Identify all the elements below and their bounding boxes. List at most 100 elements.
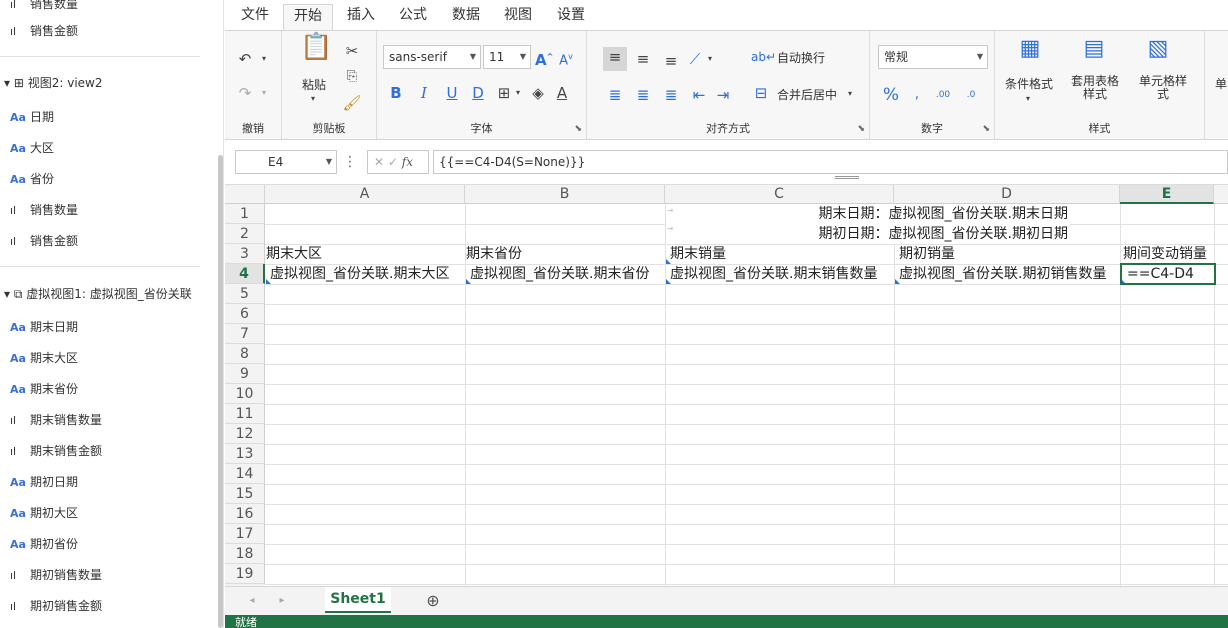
tab-home[interactable]: 开始 bbox=[283, 4, 333, 30]
view-group-header[interactable]: ▾ ⊞ 视图2: view2 bbox=[4, 73, 103, 93]
italic-icon[interactable]: I bbox=[415, 83, 433, 103]
row-header[interactable]: 7 bbox=[225, 324, 265, 344]
field-item[interactable]: ıl 期末销售数量 bbox=[10, 410, 102, 430]
cell-C2[interactable]: 期初日期：虚拟视图_省份关联.期初日期 bbox=[666, 224, 1070, 244]
row-header[interactable]: 8 bbox=[225, 344, 265, 364]
column-header[interactable]: D bbox=[894, 185, 1120, 204]
overflow-button[interactable]: 单 bbox=[1215, 75, 1227, 92]
cell-style-icon[interactable]: ▧ bbox=[1143, 38, 1173, 69]
increase-indent-icon[interactable]: ⇥ bbox=[713, 85, 733, 105]
row-header[interactable]: 14 bbox=[225, 464, 265, 484]
align-top-icon[interactable]: ≡ bbox=[603, 47, 627, 71]
sidebar-scrollbar[interactable] bbox=[218, 155, 223, 628]
dialog-launcher-icon[interactable]: ⬊ bbox=[857, 124, 865, 134]
row-header[interactable]: 6 bbox=[225, 304, 265, 324]
paste-icon[interactable]: 📋 bbox=[300, 34, 332, 69]
cell-E3[interactable]: 期间变动销量 bbox=[1123, 244, 1223, 264]
row-header[interactable]: 3 bbox=[225, 244, 265, 264]
column-header[interactable]: B bbox=[465, 185, 665, 204]
row-header[interactable]: 19 bbox=[225, 564, 265, 584]
cell-B3[interactable]: 期末省份 bbox=[466, 244, 664, 264]
confirm-icon[interactable]: ✓ bbox=[388, 155, 398, 169]
row-header[interactable]: 1 bbox=[225, 204, 265, 224]
align-bottom-icon[interactable]: ≡ bbox=[659, 51, 683, 71]
field-item[interactable]: Aa 期末大区 bbox=[10, 348, 78, 368]
tab-file[interactable]: 文件 bbox=[235, 4, 275, 30]
collapse-arrow-icon[interactable]: ▾ bbox=[4, 76, 10, 90]
decrease-font-icon[interactable]: Av bbox=[557, 47, 575, 71]
cell-C3[interactable]: 期末销量 bbox=[670, 244, 892, 264]
tab-settings[interactable]: 设置 bbox=[551, 4, 591, 30]
field-item[interactable]: ıl 销售数量 bbox=[10, 0, 78, 14]
field-item[interactable]: ıl 销售数量 bbox=[10, 200, 78, 220]
view-group-header[interactable]: ▾ ⧉ 虚拟视图1: 虚拟视图_省份关联 bbox=[4, 284, 192, 304]
field-item[interactable]: Aa 日期 bbox=[10, 107, 54, 127]
sheet-tab[interactable]: Sheet1 bbox=[325, 587, 391, 613]
tab-view[interactable]: 视图 bbox=[498, 4, 538, 30]
cell-style-button[interactable]: 单元格样式 bbox=[1137, 75, 1189, 101]
column-header[interactable]: A bbox=[265, 185, 465, 204]
comma-style-icon[interactable]: , bbox=[906, 85, 928, 105]
increase-decimal-icon[interactable]: .00 bbox=[930, 85, 956, 105]
cell-C1[interactable]: 期末日期：虚拟视图_省份关联.期末日期 bbox=[666, 204, 1070, 224]
chevron-down-icon[interactable]: ▾ bbox=[259, 49, 269, 69]
chevron-down-icon[interactable]: ▾ bbox=[259, 83, 269, 103]
number-format-select[interactable]: 常规 ▼ bbox=[878, 45, 988, 69]
field-item[interactable]: Aa 期初日期 bbox=[10, 472, 78, 492]
field-item[interactable]: ıl 销售金额 bbox=[10, 21, 78, 41]
field-item[interactable]: Aa 期末日期 bbox=[10, 317, 78, 337]
field-item[interactable]: ıl 期初销售金额 bbox=[10, 596, 102, 616]
name-box[interactable]: E4 ▼ bbox=[235, 150, 337, 174]
prev-sheet-icon[interactable]: ◂ bbox=[245, 591, 259, 611]
merge-center-button[interactable]: 合并后居中 bbox=[777, 86, 837, 103]
row-header[interactable]: 12 bbox=[225, 424, 265, 444]
cell-grid[interactable]: 期末日期：虚拟视图_省份关联.期末日期 期初日期：虚拟视图_省份关联.期初日期 … bbox=[265, 204, 1228, 586]
decrease-indent-icon[interactable]: ⇤ bbox=[689, 85, 709, 105]
row-header[interactable]: 2 bbox=[225, 224, 265, 244]
border-icon[interactable]: ⊞ bbox=[495, 83, 513, 103]
field-item[interactable]: Aa 期初大区 bbox=[10, 503, 78, 523]
cell-B4[interactable]: 虚拟视图_省份关联.期末省份 bbox=[470, 264, 664, 284]
conditional-format-icon[interactable]: ▦ bbox=[1015, 38, 1045, 69]
align-right-icon[interactable]: ≣ bbox=[659, 85, 683, 105]
tab-insert[interactable]: 插入 bbox=[341, 4, 381, 30]
field-item[interactable]: Aa 期初省份 bbox=[10, 534, 78, 554]
add-sheet-icon[interactable]: ⊕ bbox=[423, 591, 443, 611]
field-item[interactable]: ıl 期初销售数量 bbox=[10, 565, 102, 585]
align-left-icon[interactable]: ≣ bbox=[603, 85, 627, 105]
table-style-button[interactable]: 套用表格样式 bbox=[1069, 75, 1121, 101]
field-item[interactable]: Aa 大区 bbox=[10, 138, 54, 158]
orientation-icon[interactable]: ⟋ bbox=[685, 49, 705, 69]
chevron-down-icon[interactable]: ▾ bbox=[1023, 89, 1033, 109]
font-size-select[interactable]: 11 ▼ bbox=[483, 45, 531, 69]
chevron-down-icon[interactable]: ▾ bbox=[308, 89, 318, 109]
tab-data[interactable]: 数据 bbox=[446, 4, 486, 30]
row-header[interactable]: 17 bbox=[225, 524, 265, 544]
fill-color-icon[interactable]: ◈ bbox=[529, 83, 547, 103]
copy-icon[interactable]: ⎘ bbox=[342, 67, 362, 87]
cell-D4[interactable]: 虚拟视图_省份关联.期初销售数量 bbox=[899, 264, 1119, 284]
column-header[interactable]: C bbox=[665, 185, 894, 204]
row-header[interactable]: 5 bbox=[225, 284, 265, 304]
wrap-text-icon[interactable]: ab↵ bbox=[751, 47, 776, 67]
wrap-text-button[interactable]: 自动换行 bbox=[777, 49, 825, 66]
field-item[interactable]: Aa 期末省份 bbox=[10, 379, 78, 399]
undo-icon[interactable]: ↶ bbox=[233, 49, 257, 69]
dialog-launcher-icon[interactable]: ⬊ bbox=[574, 124, 582, 134]
row-header[interactable]: 15 bbox=[225, 484, 265, 504]
tab-formula[interactable]: 公式 bbox=[393, 4, 433, 30]
underline-icon[interactable]: U bbox=[443, 83, 461, 103]
bold-icon[interactable]: B bbox=[387, 83, 405, 103]
row-header[interactable]: 13 bbox=[225, 444, 265, 464]
row-header[interactable]: 11 bbox=[225, 404, 265, 424]
font-color-icon[interactable]: A bbox=[553, 83, 571, 103]
align-middle-icon[interactable]: ≡ bbox=[631, 49, 655, 69]
percent-icon[interactable]: % bbox=[880, 85, 902, 105]
formula-input[interactable]: {{==C4-D4(S=None)}} bbox=[433, 150, 1228, 174]
field-item[interactable]: ıl 期末销售金额 bbox=[10, 441, 102, 461]
collapse-arrow-icon[interactable]: ▾ bbox=[4, 287, 10, 301]
fx-icon[interactable]: fx bbox=[402, 155, 413, 169]
cell-D3[interactable]: 期初销量 bbox=[899, 244, 1119, 264]
merge-center-icon[interactable]: ⊟ bbox=[751, 83, 771, 103]
cell-A4[interactable]: 虚拟视图_省份关联.期末大区 bbox=[270, 264, 464, 284]
